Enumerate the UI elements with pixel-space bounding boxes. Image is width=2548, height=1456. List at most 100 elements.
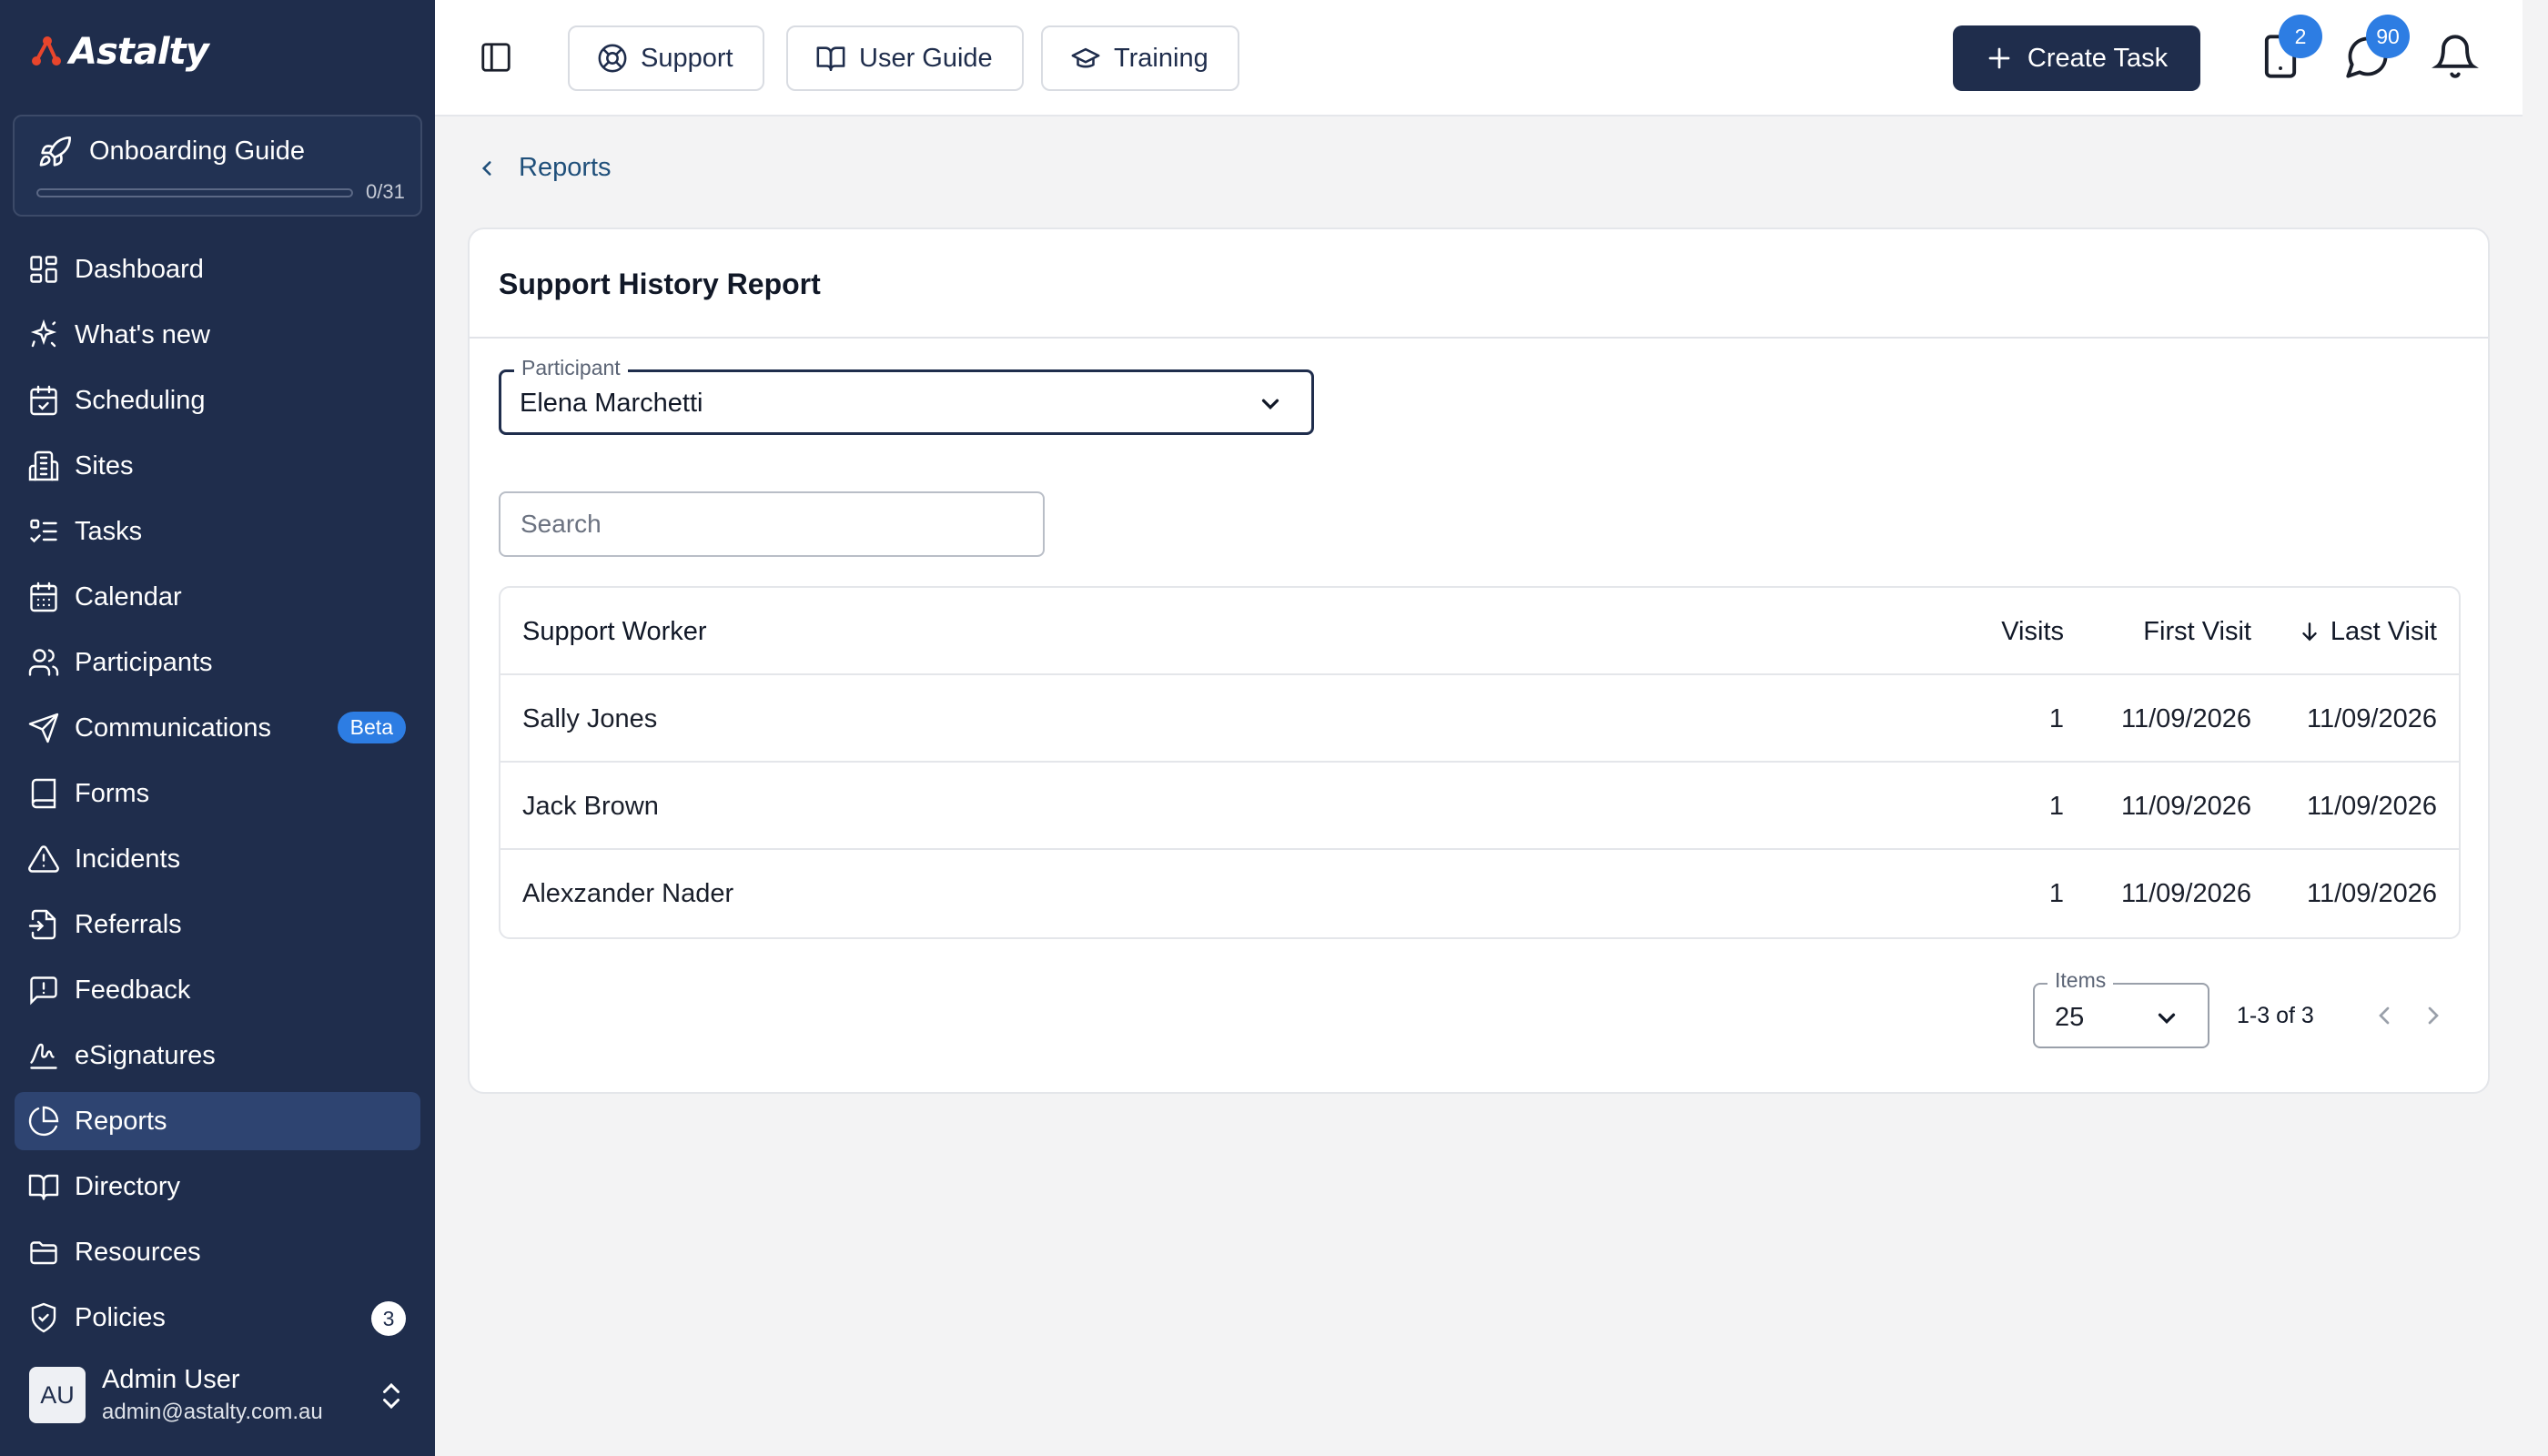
open-book-icon	[816, 46, 845, 72]
sidebar-item-scheduling[interactable]: Scheduling	[15, 371, 420, 430]
sidebar-item-label: Feedback	[75, 975, 191, 1005]
column-header-last-visit-label: Last Visit	[2330, 617, 2437, 646]
user-menu[interactable]: AU Admin User admin@astalty.com.au	[27, 1365, 410, 1429]
cell-last-visit: 11/09/2026	[2307, 879, 2437, 908]
send-icon	[28, 713, 59, 743]
dashboard-icon	[30, 256, 57, 283]
referral-icon	[28, 909, 56, 940]
bell-icon[interactable]	[2432, 33, 2479, 80]
support-button-label: Support	[641, 43, 733, 73]
support-button[interactable]: Support	[568, 25, 764, 91]
rocket-icon	[39, 136, 71, 167]
chevron-down-icon	[1261, 399, 1279, 410]
user-guide-button[interactable]: User Guide	[786, 25, 1024, 91]
participant-select-label: Participant	[514, 356, 628, 380]
sidebar-item-calendar[interactable]: Calendar	[15, 568, 420, 626]
onboarding-progress-count: 0/31	[366, 180, 405, 203]
sidebar-item-esignatures[interactable]: eSignatures	[15, 1026, 420, 1085]
sidebar-item-label: What's new	[75, 319, 210, 349]
items-per-page-label: Items	[2048, 968, 2114, 993]
column-header-visits[interactable]: Visits	[2001, 617, 2064, 647]
beta-badge: Beta	[337, 712, 406, 743]
sidebar-item-label: Forms	[75, 778, 150, 808]
top-bar: Support User Guide Training Create Task …	[435, 0, 2523, 116]
sidebar-item-forms[interactable]: Forms	[15, 764, 420, 823]
plus-icon	[1988, 47, 2010, 69]
sidebar-item-label: Reports	[75, 1106, 167, 1136]
table-row[interactable]: Alexzander Nader 1 11/09/2026 11/09/2026	[500, 850, 2459, 937]
training-button[interactable]: Training	[1041, 25, 1239, 91]
avatar: AU	[29, 1367, 86, 1423]
chevrons-up-down-icon	[383, 1382, 399, 1410]
items-per-page-value: 25	[2055, 1003, 2085, 1032]
next-page-icon[interactable]	[2419, 1001, 2448, 1030]
cell-first-visit: 11/09/2026	[2121, 879, 2251, 908]
table-row[interactable]: Jack Brown 1 11/09/2026 11/09/2026	[500, 763, 2459, 850]
cell-support-worker: Sally Jones	[522, 704, 658, 733]
policies-count-badge: 3	[371, 1301, 406, 1336]
sidebar-item-resources[interactable]: Resources	[15, 1223, 420, 1281]
sidebar-item-dashboard[interactable]: Dashboard	[15, 240, 420, 298]
sidebar-item-label: Dashboard	[75, 254, 204, 284]
graduation-cap-icon	[1071, 47, 1100, 68]
cell-support-worker: Jack Brown	[522, 792, 659, 821]
cell-visits: 1	[2048, 879, 2064, 908]
cell-visits: 1	[2048, 704, 2064, 733]
participant-select[interactable]: Participant Elena Marchetti	[499, 356, 1314, 435]
cell-first-visit: 11/09/2026	[2121, 704, 2251, 733]
support-history-table: Support Worker Visits First Visit Last V…	[499, 586, 2461, 939]
back-link-label: Reports	[519, 153, 612, 182]
book-icon	[31, 778, 56, 809]
sidebar-item-label: Directory	[75, 1171, 181, 1201]
create-task-button[interactable]: Create Task	[1953, 25, 2200, 91]
messages-notification-badge: 90	[2366, 15, 2410, 58]
sidebar-item-label: Communications	[75, 713, 271, 743]
sidebar-item-sites[interactable]: Sites	[15, 437, 420, 495]
search-input[interactable]	[499, 491, 1045, 557]
sidebar-item-label: Calendar	[75, 581, 182, 612]
sidebar-item-directory[interactable]: Directory	[15, 1158, 420, 1216]
back-to-reports-link[interactable]: Reports	[475, 153, 612, 183]
page-title: Support History Report	[499, 268, 821, 300]
pagination-range: 1-3 of 3	[2237, 1003, 2314, 1028]
table-header: Support Worker Visits First Visit Last V…	[500, 588, 2459, 675]
column-header-support-worker[interactable]: Support Worker	[522, 617, 707, 647]
onboarding-progress-bar	[36, 188, 353, 197]
sidebar-nav: Dashboard What's new Scheduling Sites Ta…	[15, 240, 420, 1354]
sidebar-toggle-icon[interactable]	[479, 40, 513, 75]
list-check-icon	[30, 519, 57, 543]
cell-last-visit: 11/09/2026	[2307, 792, 2437, 821]
sidebar-item-tasks[interactable]: Tasks	[15, 502, 420, 561]
app-logo[interactable]: Astalty	[27, 31, 209, 73]
sidebar-item-label: Policies	[75, 1302, 166, 1332]
user-name: Admin User	[102, 1365, 240, 1394]
lifebuoy-icon	[598, 44, 627, 73]
table-row[interactable]: Sally Jones 1 11/09/2026 11/09/2026	[500, 675, 2459, 763]
sidebar-item-policies[interactable]: Policies 3	[15, 1289, 420, 1347]
sidebar-item-feedback[interactable]: Feedback	[15, 961, 420, 1019]
create-task-label: Create Task	[2027, 43, 2169, 73]
sidebar-item-label: Sites	[75, 450, 134, 480]
cell-support-worker: Alexzander Nader	[522, 879, 734, 908]
previous-page-icon[interactable]	[2370, 1001, 2399, 1030]
onboarding-guide[interactable]: Onboarding Guide 0/31	[13, 115, 422, 217]
warning-icon	[28, 845, 59, 873]
sidebar-item-incidents[interactable]: Incidents	[15, 830, 420, 888]
pie-chart-icon	[28, 1106, 59, 1137]
users-icon	[28, 649, 59, 676]
sidebar-item-referrals[interactable]: Referrals	[15, 895, 420, 954]
sidebar-item-whats-new[interactable]: What's new	[15, 306, 420, 364]
chevron-left-icon	[481, 160, 491, 176]
participant-select-value: Elena Marchetti	[520, 389, 703, 418]
sidebar-item-label: Scheduling	[75, 385, 206, 415]
user-email: admin@astalty.com.au	[102, 1400, 323, 1424]
training-button-label: Training	[1114, 43, 1208, 73]
sidebar-item-label: Participants	[75, 647, 213, 677]
column-header-last-visit[interactable]: Last Visit	[2298, 617, 2437, 647]
sidebar-item-reports[interactable]: Reports	[15, 1092, 420, 1150]
sidebar-item-label: Incidents	[75, 844, 181, 874]
items-per-page-select[interactable]: Items 25	[2033, 968, 2209, 1048]
column-header-first-visit[interactable]: First Visit	[2143, 617, 2251, 647]
sidebar-item-communications[interactable]: Communications Beta	[15, 699, 420, 757]
sidebar-item-participants[interactable]: Participants	[15, 633, 420, 692]
